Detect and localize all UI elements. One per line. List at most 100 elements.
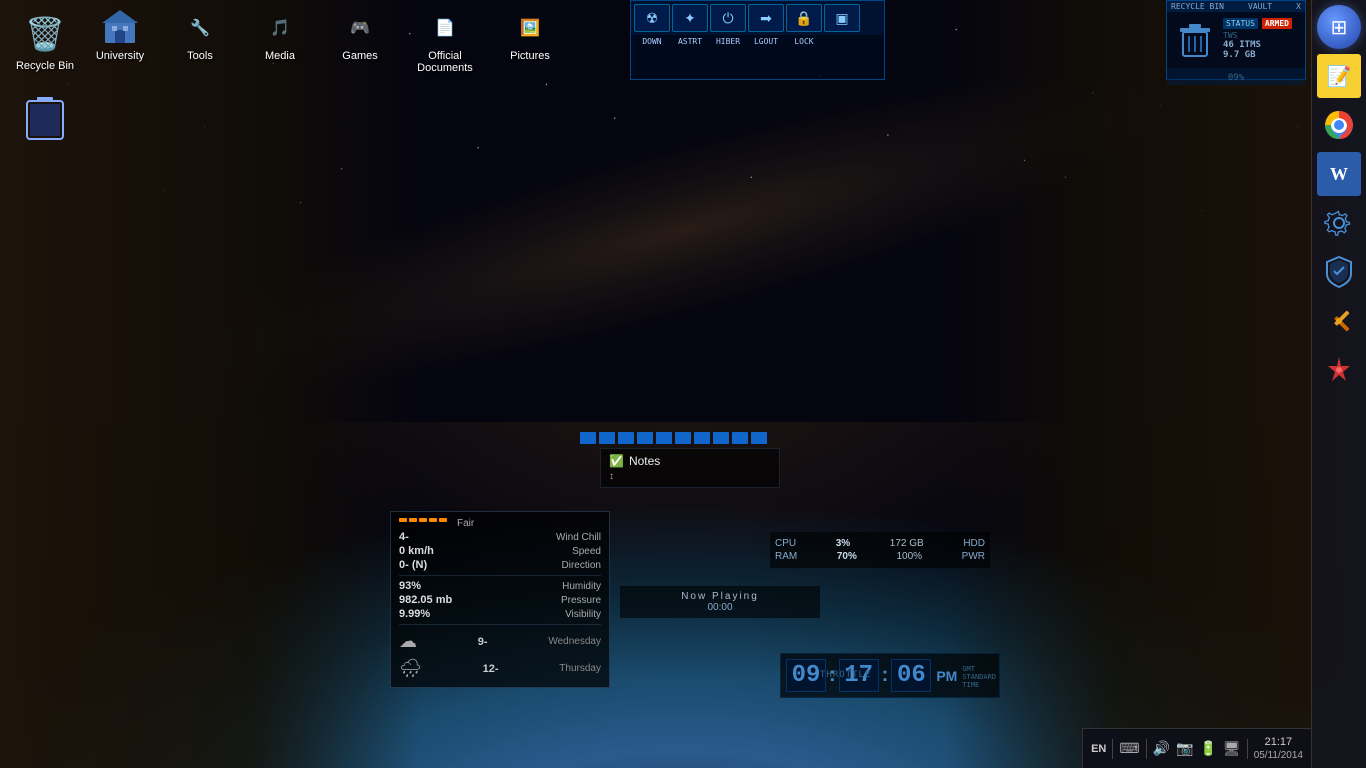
university-label: University: [96, 50, 144, 62]
visibility-label: Visibility: [565, 609, 601, 620]
university-icon: [100, 8, 140, 48]
games-icon: 🎮: [340, 8, 380, 48]
tray-camera-icon[interactable]: 📷: [1176, 740, 1193, 757]
top-icon-games[interactable]: 🎮 Games: [320, 0, 400, 82]
media-now-playing: Now Playing: [628, 591, 812, 602]
forecast-wednesday-day: Wednesday: [548, 636, 601, 647]
recycle-close[interactable]: X: [1296, 2, 1301, 11]
recycle-widget-body: STATUS ARMED TWS 46 ITMS 9.7 GB: [1167, 12, 1305, 68]
tray-volume-icon[interactable]: 🔊: [1153, 740, 1170, 757]
tray-separator-3: [1247, 739, 1248, 759]
notes-check-icon: ✅: [609, 454, 624, 468]
weather-dot-1: [399, 518, 407, 522]
pressure-value: 982.05 mb: [399, 594, 452, 606]
media-label: Media: [265, 50, 295, 62]
clock-second: 06: [891, 659, 931, 692]
ram-value: 70%: [837, 551, 857, 562]
weather-divider-2: [399, 624, 601, 625]
recycle-items-count: 46 ITMS: [1223, 40, 1299, 50]
battery-icon: [21, 97, 69, 145]
hud-btn-radiation[interactable]: ☢: [634, 4, 670, 32]
hud-label-down: DOWN: [634, 37, 670, 46]
bar-2: [599, 432, 615, 444]
taskbar-icon-settings[interactable]: [1317, 201, 1361, 245]
windows-start-button[interactable]: ⊞: [1317, 5, 1361, 49]
taskbar-icon-sticky-notes[interactable]: 📝: [1317, 54, 1361, 98]
top-icon-university[interactable]: University: [80, 0, 160, 82]
desktop-icons-area: 🗑️ Recycle Bin: [0, 0, 90, 157]
forecast-wednesday-temp: 9-: [478, 636, 488, 648]
taskbar-icon-chrome[interactable]: [1317, 103, 1361, 147]
bar-9: [732, 432, 748, 444]
humidity-label: Humidity: [562, 581, 601, 592]
clock-timezone: GMT STANDARD TIME: [962, 665, 996, 689]
taskbar-icon-shield[interactable]: [1317, 250, 1361, 294]
pictures-icon: 🖼️: [510, 8, 550, 48]
recycle-tws: TWS: [1223, 31, 1299, 40]
recycle-bin-widget: RECYCLE BIN VAULT X STATUS ARMED TWS 46 …: [1166, 0, 1306, 80]
top-icon-official-documents[interactable]: 📄 Official Documents: [400, 0, 490, 82]
recycle-subtitle: VAULT: [1248, 2, 1272, 11]
notes-arrow: ↕: [609, 471, 771, 482]
wind-chill-label: Wind Chill: [556, 532, 601, 543]
tray-date-value: 05/11/2014: [1254, 749, 1303, 762]
clock-ampm-text: PM: [936, 668, 957, 684]
recycle-info: STATUS ARMED TWS 46 ITMS 9.7 GB: [1220, 15, 1302, 65]
cockpit-frame-right: [946, 0, 1366, 768]
forecast-thursday-icon: 🌧: [399, 658, 422, 679]
recycle-title: RECYCLE BIN: [1171, 2, 1224, 11]
hud-btn-square[interactable]: ▣: [824, 4, 860, 32]
top-icon-media[interactable]: 🎵 Media: [240, 0, 320, 82]
top-icon-pictures[interactable]: 🖼️ Pictures: [490, 0, 570, 82]
desktop-icon-recycle-bin[interactable]: 🗑️ Recycle Bin: [5, 5, 85, 77]
windows-logo-icon: ⊞: [1331, 15, 1348, 40]
humidity-row: 93% Humidity: [399, 579, 601, 593]
pressure-row: 982.05 mb Pressure: [399, 593, 601, 607]
storage-value: 172 GB: [890, 538, 924, 549]
notes-widget: ✅ Notes ↕: [600, 448, 780, 488]
desktop-icon-battery[interactable]: [5, 92, 85, 152]
bar-8: [713, 432, 729, 444]
hud-power-controls: ☢ ✦ ⏻ ➡ 🔒 ▣ DOWN ASTRT HIBER LGOUT LOCK: [630, 0, 885, 80]
right-taskbar: ⊞ 📝 W: [1311, 0, 1366, 768]
tray-battery-icon[interactable]: 🔋: [1199, 740, 1216, 757]
bar-4: [637, 432, 653, 444]
forecast-thursday-temp: 12-: [483, 663, 499, 675]
hud-buttons-row: ☢ ✦ ⏻ ➡ 🔒 ▣: [631, 1, 884, 35]
tray-network-icon[interactable]: 🖥: [1223, 740, 1241, 757]
ram-row: RAM 70% 100% PWR: [775, 550, 985, 563]
hud-btn-lock[interactable]: 🔒: [786, 4, 822, 32]
tool-icon: [1324, 306, 1354, 336]
desktop-background: [0, 0, 1366, 768]
notes-label: Notes: [629, 454, 660, 468]
hud-btn-star[interactable]: ✦: [672, 4, 708, 32]
tray-keyboard-icon[interactable]: ⌨: [1119, 740, 1139, 757]
weather-indicator-dots: Fair: [399, 518, 474, 529]
taskbar-icon-tool[interactable]: [1317, 299, 1361, 343]
recycle-percent: 09%: [1228, 73, 1244, 83]
hud-btn-arrow[interactable]: ➡: [748, 4, 784, 32]
visibility-value: 9.99%: [399, 608, 430, 620]
cpu-row: CPU 3% 172 GB HDD: [775, 537, 985, 550]
bar-3: [618, 432, 634, 444]
tools-icon: 🔧: [180, 8, 220, 48]
notes-header: ✅ Notes: [609, 454, 771, 468]
weather-dot-3: [419, 518, 427, 522]
weather-dot-5: [439, 518, 447, 522]
tray-datetime[interactable]: 21:17 05/11/2014: [1254, 735, 1303, 762]
hud-label-lgout: LGOUT: [748, 37, 784, 46]
taskbar-icon-star[interactable]: [1317, 348, 1361, 392]
top-icon-tools[interactable]: 🔧 Tools: [160, 0, 240, 82]
forecast-thursday: 🌧 12- Thursday: [399, 655, 601, 682]
sticky-notes-icon: 📝: [1327, 64, 1352, 89]
wind-speed-label: Speed: [572, 546, 601, 557]
recycle-armed-label: ARMED: [1262, 18, 1292, 29]
tray-separator-2: [1146, 739, 1147, 759]
throttle-label: THROTTLE: [820, 670, 871, 680]
taskbar-icon-word[interactable]: W: [1317, 152, 1361, 196]
word-icon: W: [1330, 164, 1348, 185]
recycle-widget-header: RECYCLE BIN VAULT X: [1167, 1, 1305, 12]
hud-btn-power[interactable]: ⏻: [710, 4, 746, 32]
hud-label-hiber: HIBER: [710, 37, 746, 46]
bar-7: [694, 432, 710, 444]
